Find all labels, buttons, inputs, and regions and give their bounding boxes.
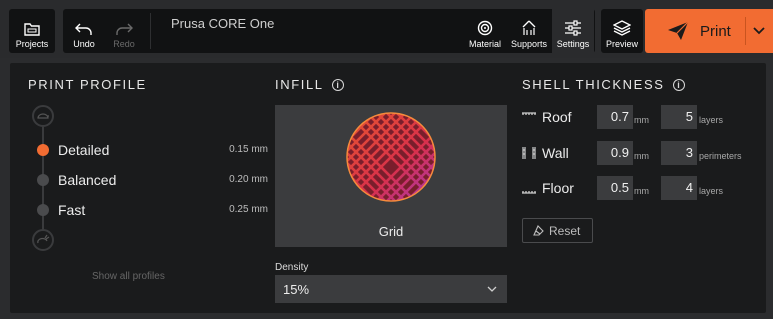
profile-dot — [37, 204, 49, 216]
wall-thickness-value: 0.9 — [610, 145, 629, 160]
wall-thickness-input[interactable]: 0.9 — [597, 141, 633, 165]
supports-icon — [522, 20, 536, 35]
projects-button[interactable]: Projects — [9, 9, 55, 53]
supports-label: Supports — [510, 39, 548, 49]
profile-name: Fast — [58, 202, 86, 218]
preview-button-inner[interactable]: Preview — [601, 9, 643, 53]
projects-label: Projects — [15, 39, 49, 49]
roof-layers-unit: layers — [699, 115, 724, 125]
turtle-icon — [32, 105, 54, 127]
roof-thickness-unit: mm — [634, 115, 649, 125]
sliders-icon — [565, 20, 581, 36]
floor-label: Floor — [542, 180, 574, 196]
floor-thickness-input[interactable]: 0.5 — [597, 176, 633, 200]
wall-perimeters-unit: perimeters — [699, 151, 742, 161]
info-icon[interactable]: i — [672, 79, 685, 91]
wall-thickness-unit: mm — [634, 151, 649, 161]
wall-perimeters-input[interactable]: 3 — [661, 141, 697, 165]
reset-button[interactable]: Reset — [522, 218, 593, 243]
undo-icon — [75, 23, 92, 35]
chevron-down-icon — [487, 286, 497, 292]
rabbit-icon — [32, 229, 54, 251]
density-label: Density — [275, 262, 309, 273]
infill-title: INFILL i — [275, 77, 344, 92]
infill-pattern-name: Grid — [378, 224, 404, 239]
profile-item-fast[interactable]: Fast 0.25 mm — [36, 199, 268, 221]
wall-label: Wall — [542, 145, 569, 161]
undo-label: Undo — [73, 39, 95, 49]
preview-button[interactable]: Preview — [601, 9, 643, 53]
grid-infill-preview — [346, 112, 436, 202]
profile-item-detailed[interactable]: Detailed 0.15 mm — [36, 139, 268, 161]
redo-label: Redo — [113, 39, 135, 49]
infill-title-text: INFILL — [275, 77, 324, 92]
roof-thickness-input[interactable]: 0.7 — [597, 105, 633, 129]
printer-selector[interactable]: Prusa CORE One — [151, 9, 451, 53]
print-label: Print — [700, 23, 731, 40]
roof-layers-input[interactable]: 5 — [661, 105, 697, 129]
preview-label: Preview — [605, 39, 638, 49]
projects-button-inner[interactable]: Projects — [9, 9, 55, 53]
print-profile-title: PRINT PROFILE — [28, 77, 147, 92]
layers-icon — [613, 20, 631, 36]
profile-name: Balanced — [58, 172, 117, 188]
show-all-profiles-link[interactable]: Show all profiles — [92, 271, 165, 282]
redo-icon — [116, 23, 133, 35]
profile-selected-dot — [37, 144, 49, 156]
eraser-icon — [533, 225, 544, 236]
profile-name: Detailed — [58, 142, 110, 158]
wall-icon — [522, 147, 536, 159]
wall-row: Wall 0.9 mm 3 perimeters — [520, 141, 766, 167]
infill-pattern-selector[interactable]: Grid — [275, 105, 507, 247]
floor-icon — [522, 191, 536, 194]
main-toolbar: Undo Redo Prusa CORE One Material Suppor… — [63, 9, 595, 53]
settings-button[interactable]: Settings — [552, 9, 594, 53]
printer-name: Prusa CORE One — [171, 16, 275, 31]
settings-label: Settings — [556, 39, 590, 49]
profile-layer-height: 0.15 mm — [229, 144, 268, 155]
material-label: Material — [468, 39, 501, 49]
floor-layers-input[interactable]: 4 — [661, 176, 697, 200]
filament-spool-icon — [477, 20, 493, 36]
profile-item-balanced[interactable]: Balanced 0.20 mm — [36, 169, 268, 191]
floor-layers-value: 4 — [685, 180, 693, 195]
settings-panel: PRINT PROFILE Detailed 0.15 mm Balanced … — [10, 63, 766, 313]
roof-layers-value: 5 — [685, 109, 693, 124]
roof-label: Roof — [542, 109, 572, 125]
print-button[interactable]: Print — [645, 9, 773, 53]
print-divider — [745, 17, 746, 45]
supports-button[interactable]: Supports — [506, 9, 552, 53]
density-dropdown[interactable]: 15% — [275, 275, 507, 303]
roof-row: Roof 0.7 mm 5 layers — [520, 105, 766, 131]
shell-thickness-title: SHELL THICKNESS i — [522, 77, 685, 92]
profile-layer-height: 0.25 mm — [229, 204, 268, 215]
paper-plane-icon — [668, 21, 689, 40]
floor-row: Floor 0.5 mm 4 layers — [520, 176, 766, 202]
undo-button[interactable]: Undo — [67, 9, 101, 53]
wall-perimeters-value: 3 — [685, 145, 693, 160]
floor-thickness-unit: mm — [634, 186, 649, 196]
shell-thickness-title-text: SHELL THICKNESS — [522, 77, 665, 92]
density-value: 15% — [283, 282, 310, 297]
profile-layer-height: 0.20 mm — [229, 174, 268, 185]
roof-thickness-value: 0.7 — [610, 109, 629, 124]
reset-label: Reset — [549, 224, 581, 238]
top-toolbar: Projects Undo Redo Prusa CORE One Materi… — [0, 0, 773, 58]
floor-thickness-value: 0.5 — [610, 180, 629, 195]
redo-button[interactable]: Redo — [107, 9, 141, 53]
folder-icon — [24, 23, 40, 36]
roof-icon — [522, 112, 536, 115]
info-icon[interactable]: i — [331, 79, 344, 91]
floor-layers-unit: layers — [699, 186, 724, 196]
chevron-down-icon[interactable] — [753, 26, 765, 36]
profile-dot — [37, 174, 49, 186]
material-button[interactable]: Material — [466, 9, 504, 53]
